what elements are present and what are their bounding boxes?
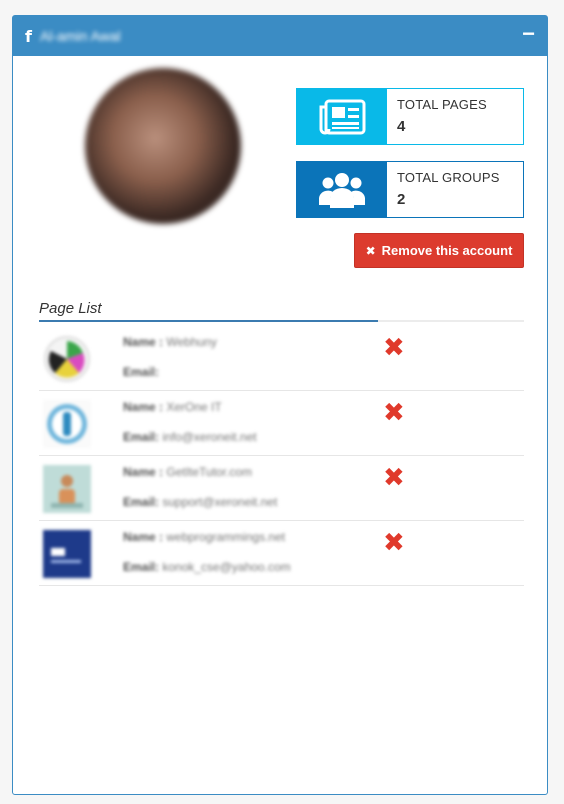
delete-page-button[interactable]: ✖ [383,399,405,425]
page-email: konok_cse@yahoo.com [162,560,291,574]
page-list-title: Page List [39,300,102,317]
account-name: Al-amin Awal [39,28,121,44]
name-label: Name : [123,335,164,349]
email-label: Email: [123,495,160,509]
delete-page-button[interactable]: ✖ [383,334,405,360]
remove-account-button[interactable]: ✖ Remove this account [354,233,524,268]
list-item: Name : Webhuny Email: ✖ [39,326,524,391]
delete-page-button[interactable]: ✖ [383,529,405,555]
delete-page-button[interactable]: ✖ [383,464,405,490]
collapse-button[interactable]: − [522,23,535,45]
section-divider-accent [39,320,378,322]
email-label: Email: [123,430,160,444]
page-name: Webhuny [166,335,217,349]
page-thumbnail [43,530,91,578]
stat-icon-bg [297,162,387,217]
total-groups-value: 2 [397,191,406,208]
page-list: Name : Webhuny Email: ✖ Name : XerOne IT… [39,326,524,586]
section-divider [39,320,524,322]
page-name: GetIteTutor.com [166,465,252,479]
stat-icon-bg [297,89,387,144]
list-item: Name : XerOne IT Email: info@xeroneit.ne… [39,391,524,456]
panel-header: f Al-amin Awal − [13,16,547,56]
list-item: Name : webprogrammings.net Email: konok_… [39,521,524,586]
name-label: Name : [123,530,164,544]
remove-icon: ✖ [365,243,376,258]
name-label: Name : [123,400,164,414]
total-groups-label: TOTAL GROUPS [397,170,500,185]
total-pages-value: 4 [397,118,406,135]
remove-account-label: Remove this account [381,243,513,258]
page-name: webprogrammings.net [166,530,286,544]
email-label: Email: [123,365,160,379]
account-panel: f Al-amin Awal − TOTAL PAGES 4 TOTAL GRO… [12,15,548,795]
total-groups-box: TOTAL GROUPS 2 [296,161,524,218]
page-info: Name : Webhuny Email: [123,334,217,394]
total-pages-label: TOTAL PAGES [397,97,487,112]
users-icon [319,172,365,208]
page-info: Name : XerOne IT Email: info@xeroneit.ne… [123,399,257,459]
facebook-icon: f [25,26,32,46]
name-label: Name : [123,465,164,479]
list-item: Name : GetIteTutor.com Email: support@xe… [39,456,524,521]
newspaper-icon [319,99,366,134]
page-email: info@xeroneit.net [162,430,257,444]
email-label: Email: [123,560,160,574]
page-info: Name : GetIteTutor.com Email: support@xe… [123,464,277,524]
total-pages-box: TOTAL PAGES 4 [296,88,524,145]
page-thumbnail [43,465,91,513]
page-email: support@xeroneit.net [162,495,278,509]
page-thumbnail [44,336,90,382]
avatar [85,68,241,224]
page-thumbnail [43,400,91,448]
page-info: Name : webprogrammings.net Email: konok_… [123,529,291,589]
page-name: XerOne IT [166,400,222,414]
